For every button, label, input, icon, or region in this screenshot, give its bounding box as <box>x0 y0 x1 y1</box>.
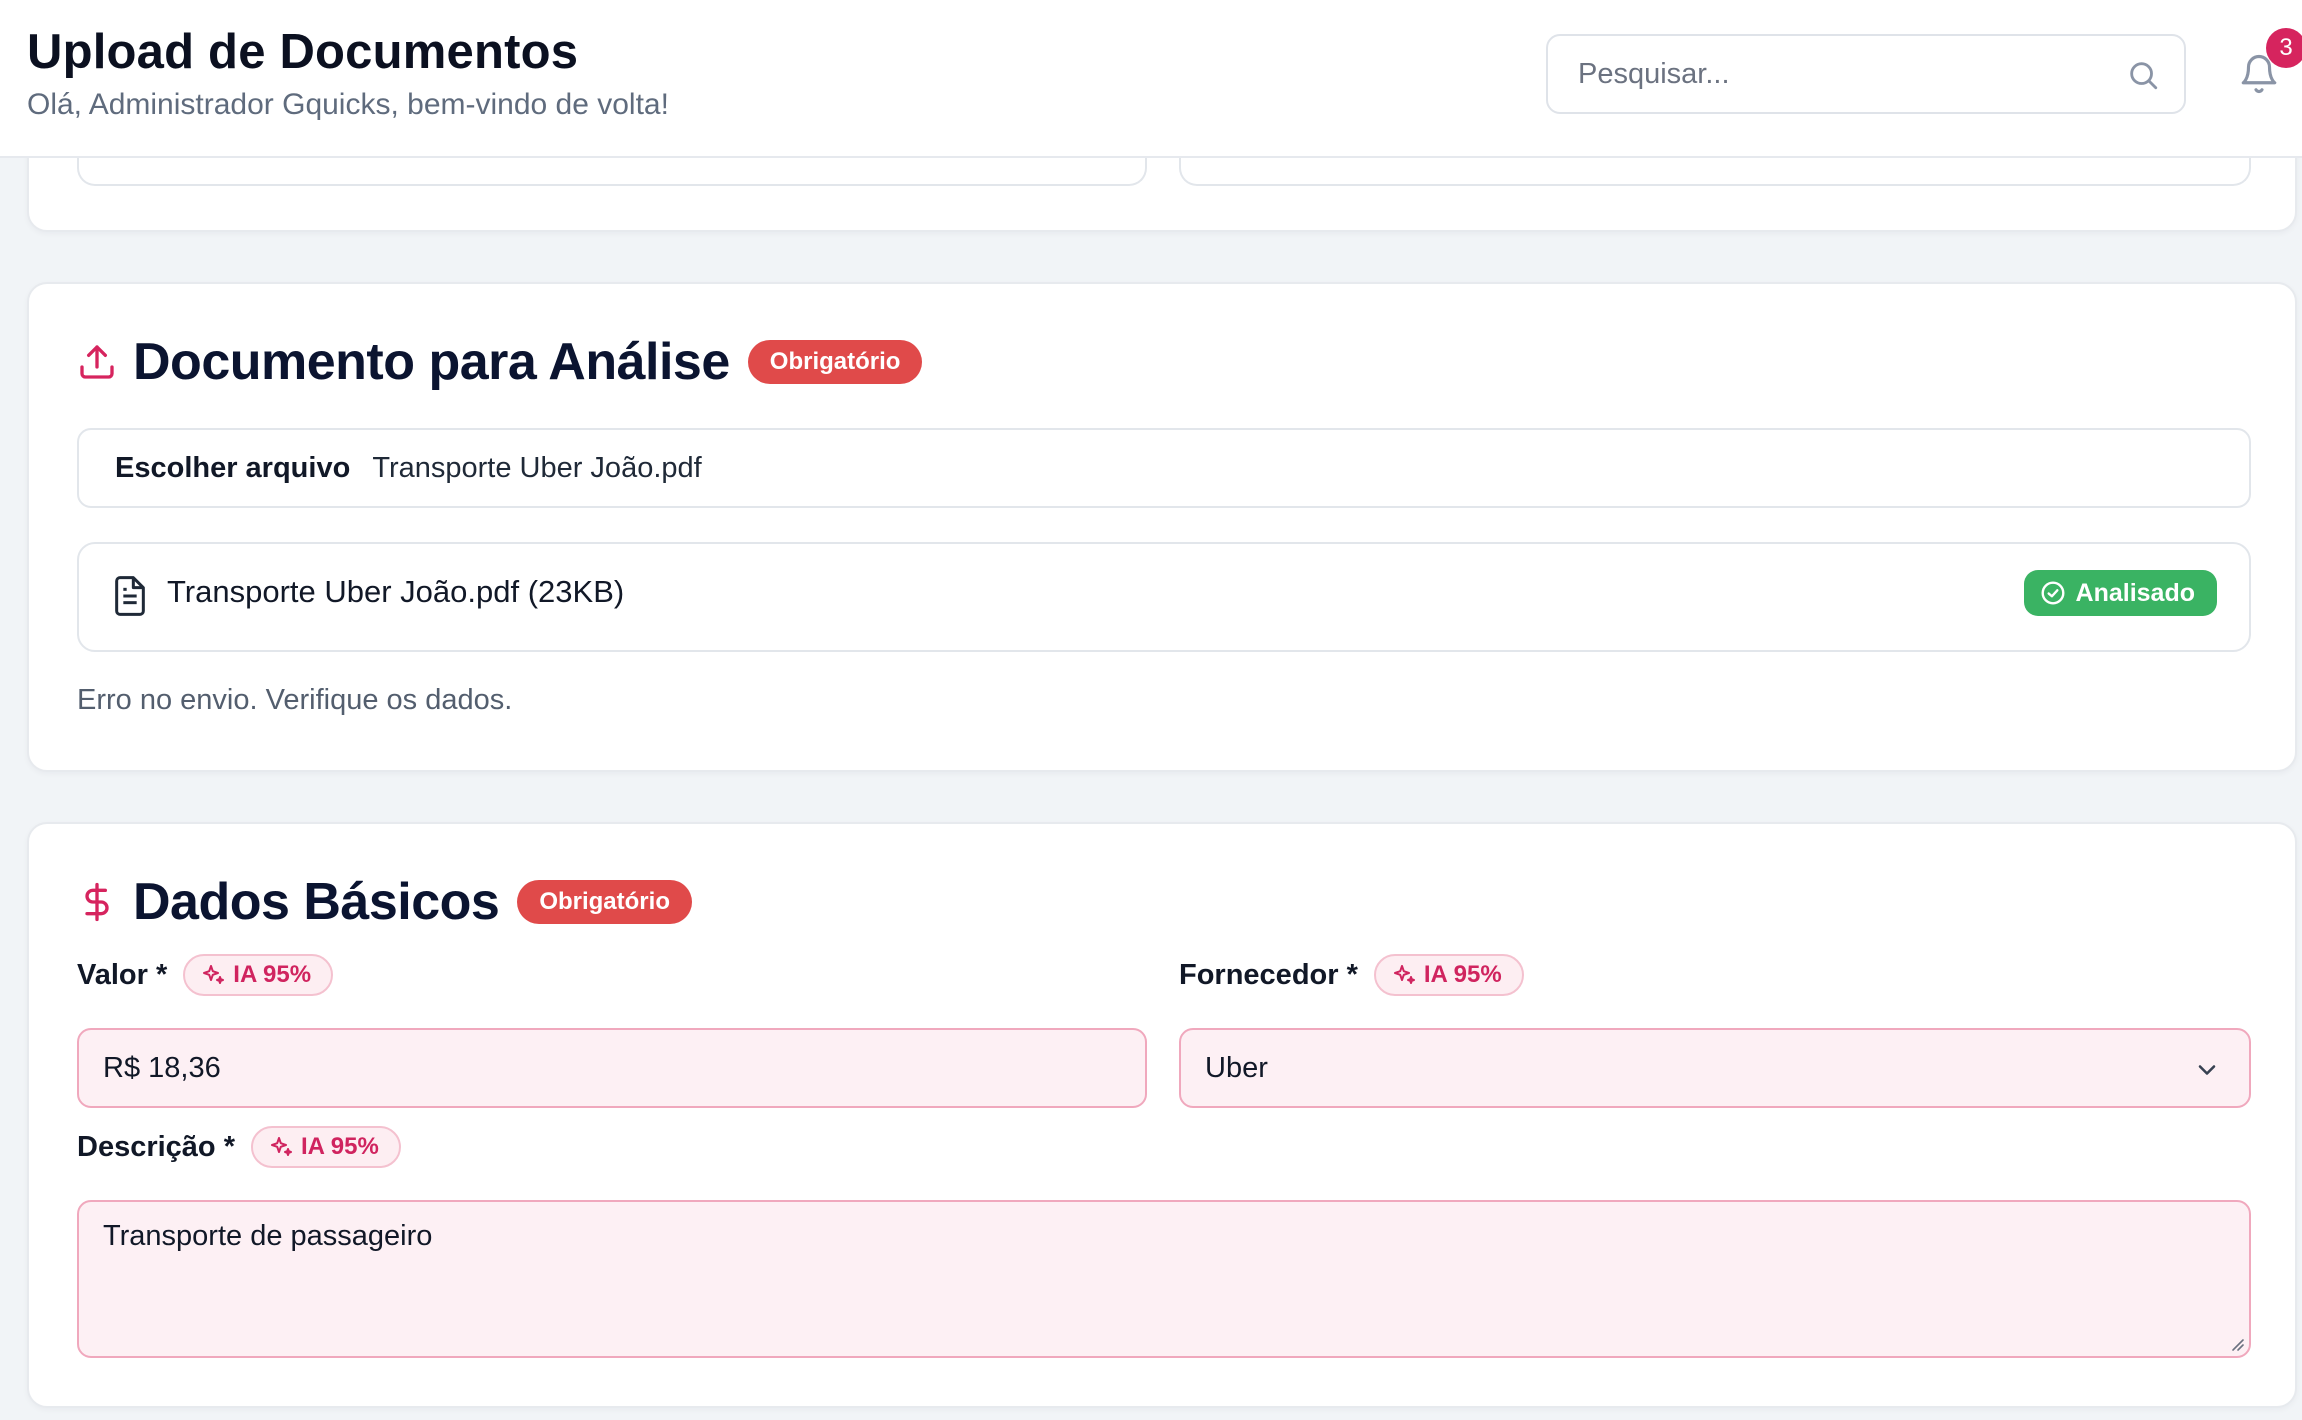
resize-grip-icon[interactable] <box>2227 1334 2245 1352</box>
fornecedor-label: Fornecedor * <box>1179 958 1358 991</box>
descricao-textarea[interactable]: Transporte de passageiro <box>77 1200 2251 1358</box>
page-title: Upload de Documentos <box>27 25 579 79</box>
ai-confidence-value: IA 95% <box>233 961 312 988</box>
descricao-label-row: Descrição * IA 95% <box>77 1126 401 1168</box>
sparkles-icon <box>1393 965 1415 984</box>
ai-confidence-badge: IA 95% <box>1373 954 1524 996</box>
choose-file-button[interactable]: Escolher arquivo <box>115 452 350 485</box>
search-input[interactable] <box>1578 36 2118 112</box>
uploaded-file-card: Transporte Uber João.pdf (23KB) Analisad… <box>77 542 2251 652</box>
document-section-card: Documento para Análise Obrigatório Escol… <box>27 282 2297 772</box>
upload-icon <box>80 345 114 379</box>
status-label: Analisado <box>2075 578 2195 607</box>
required-badge: Obrigatório <box>517 880 692 924</box>
document-section-header: Documento para Análise Obrigatório <box>77 332 923 392</box>
basic-data-section-title: Dados Básicos <box>133 873 500 931</box>
valor-label: Valor * <box>77 958 168 991</box>
chevron-down-icon[interactable] <box>2193 1056 2221 1084</box>
document-section-title: Documento para Análise <box>133 333 730 391</box>
page: Upload de Documentos Olá, Administrador … <box>0 0 2302 1420</box>
file-input[interactable]: Escolher arquivo Transporte Uber João.pd… <box>77 428 2251 508</box>
search-icon[interactable] <box>2126 58 2160 92</box>
ai-confidence-value: IA 95% <box>301 1133 379 1160</box>
basic-data-section-header: Dados Básicos Obrigatório <box>77 872 692 932</box>
ai-confidence-badge: IA 95% <box>251 1126 401 1168</box>
valor-input[interactable]: R$ 18,36 <box>77 1028 1147 1108</box>
status-badge: Analisado <box>2023 570 2217 616</box>
fornecedor-select[interactable]: Uber <box>1179 1028 2251 1108</box>
error-message: Erro no envio. Verifique os dados. <box>77 684 513 716</box>
welcome-subtitle: Olá, Administrador Gquicks, bem-vindo de… <box>27 88 669 121</box>
sparkles-icon <box>203 965 225 984</box>
sparkles-icon <box>271 1137 292 1156</box>
uploaded-file-name: Transporte Uber João.pdf (23KB) <box>167 574 625 609</box>
descricao-value: Transporte de passageiro <box>103 1220 433 1252</box>
fornecedor-label-row: Fornecedor * IA 95% <box>1179 954 1524 996</box>
file-text-icon <box>115 576 145 616</box>
fornecedor-selected-value: Uber <box>1205 1052 1268 1084</box>
top-header: Upload de Documentos Olá, Administrador … <box>0 0 2302 158</box>
notification-count-badge: 3 <box>2266 28 2302 68</box>
dollar-icon <box>85 882 109 922</box>
required-badge: Obrigatório <box>747 340 923 384</box>
basic-data-section-card: Dados Básicos Obrigatório Valor * IA 95%… <box>27 822 2297 1408</box>
descricao-label: Descrição * <box>77 1130 235 1163</box>
check-circle-icon <box>2041 581 2064 605</box>
chosen-file-name: Transporte Uber João.pdf <box>372 451 702 484</box>
search-box[interactable] <box>1546 34 2186 114</box>
ai-confidence-badge: IA 95% <box>183 954 334 996</box>
valor-label-row: Valor * IA 95% <box>77 954 334 996</box>
ai-confidence-value: IA 95% <box>1423 961 1502 988</box>
